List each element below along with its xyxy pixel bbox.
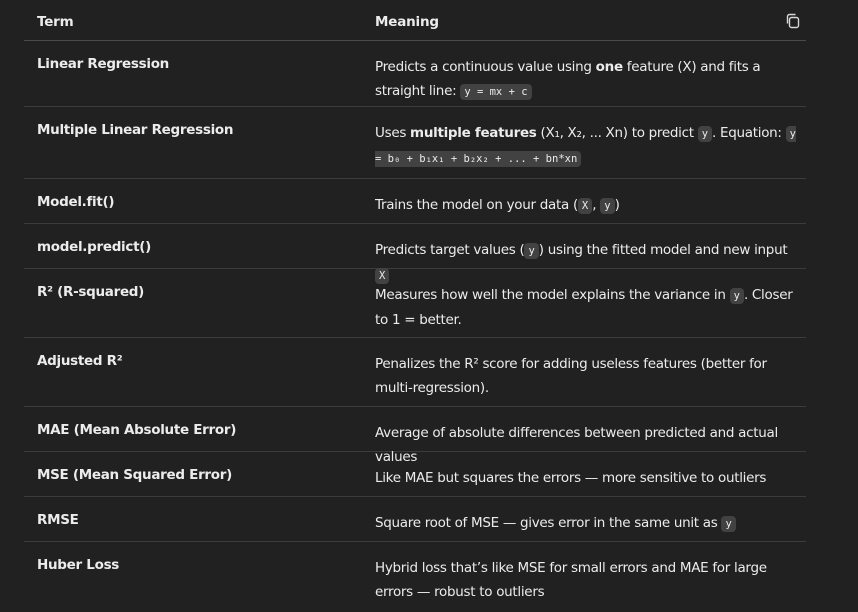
table-row: model.predict() Predicts target values (… xyxy=(24,224,806,284)
inline-code: y xyxy=(524,243,539,259)
table-row: R² (R-squared) Measures how well the mod… xyxy=(24,269,806,338)
term-cell: Adjusted R² xyxy=(37,353,123,369)
meaning-cell: Predicts a continuous value using one fe… xyxy=(375,59,761,100)
meaning-cell: Hybrid loss that’s like MSE for small er… xyxy=(375,560,767,600)
inline-code: y xyxy=(721,516,736,532)
meaning-cell: Penalizes the R² score for adding useles… xyxy=(375,356,767,396)
meaning-cell: Trains the model on your data (X, y) xyxy=(375,197,620,214)
table-row: RMSE Square root of MSE — gives error in… xyxy=(24,497,806,542)
term-cell: MAE (Mean Absolute Error) xyxy=(37,422,237,438)
inline-code: y = mx + c xyxy=(460,84,532,100)
table-row: Multiple Linear Regression Uses multiple… xyxy=(24,107,806,179)
term-cell: Multiple Linear Regression xyxy=(37,122,234,138)
table-row: MSE (Mean Squared Error) Like MAE but sq… xyxy=(24,452,806,497)
term-column-header: Term xyxy=(37,14,74,30)
terms-table: Term Meaning Linear Regression Predicts … xyxy=(24,0,806,612)
copy-icon[interactable] xyxy=(784,12,802,30)
inline-code: y xyxy=(697,126,713,142)
table-row: Adjusted R² Penalizes the R² score for a… xyxy=(24,338,806,407)
table-header: Term Meaning xyxy=(24,0,806,41)
term-cell: RMSE xyxy=(37,512,79,528)
meaning-column-header: Meaning xyxy=(375,14,439,30)
inline-code: y xyxy=(600,198,615,214)
table-row: MAE (Mean Absolute Error) Average of abs… xyxy=(24,407,806,465)
term-cell: Huber Loss xyxy=(37,557,120,573)
term-cell: Linear Regression xyxy=(37,56,169,72)
table-row: Huber Loss Hybrid loss that’s like MSE f… xyxy=(24,542,806,612)
term-cell: R² (R-squared) xyxy=(37,284,145,300)
term-cell: MSE (Mean Squared Error) xyxy=(37,467,232,483)
inline-code: y xyxy=(729,288,744,304)
table-row: Model.fit() Trains the model on your dat… xyxy=(24,179,806,224)
table-row: Linear Regression Predicts a continuous … xyxy=(24,41,806,107)
term-cell: Model.fit() xyxy=(37,194,115,210)
meaning-cell: Measures how well the model explains the… xyxy=(375,287,793,328)
meaning-cell: Square root of MSE — gives error in the … xyxy=(375,511,805,536)
meaning-cell: Like MAE but squares the errors — more s… xyxy=(375,470,767,486)
inline-code: X xyxy=(577,198,593,214)
meaning-cell: Uses multiple features (X₁, X₂, ... Xn) … xyxy=(375,125,796,167)
term-cell: model.predict() xyxy=(37,239,151,255)
